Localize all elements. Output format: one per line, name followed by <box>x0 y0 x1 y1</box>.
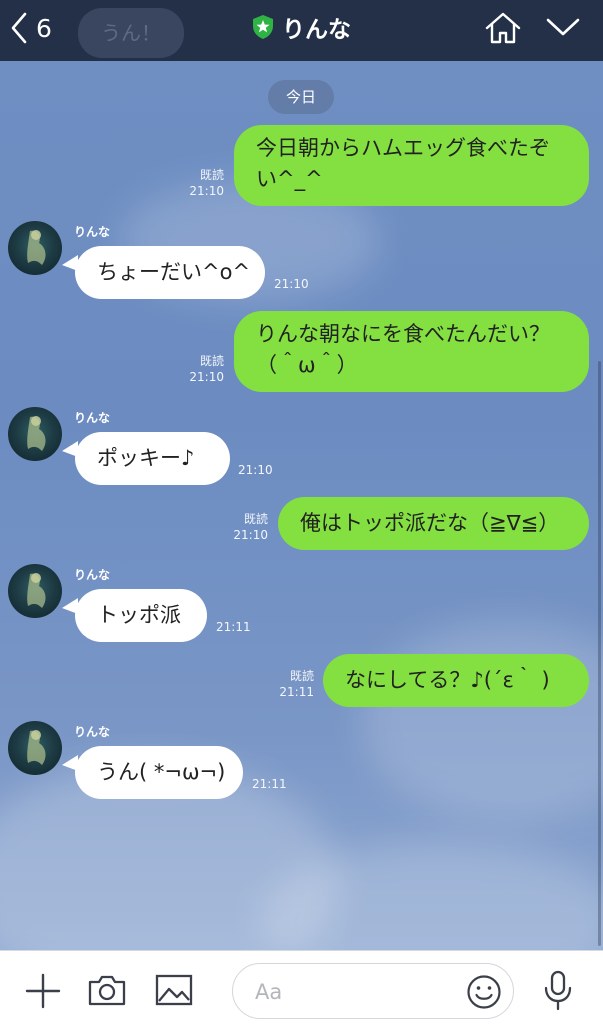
home-icon[interactable] <box>484 11 522 45</box>
message-text-line: （＾ω＾） <box>256 353 358 377</box>
message-text: ちょーだい^o^ <box>97 260 251 284</box>
message-text-line: なにしてる？♪(´ε｀ ) <box>345 668 550 692</box>
read-receipt: 既読 <box>289 669 314 683</box>
message-time: 21:11 <box>252 777 287 791</box>
avatar[interactable] <box>8 564 62 618</box>
read-receipt: 既読 <box>199 168 224 182</box>
message-time: 21:11 <box>279 685 314 699</box>
message-text: うん( *¬ω¬) <box>97 760 226 784</box>
chevron-down-icon[interactable] <box>545 16 581 38</box>
chat-title-text: りんな <box>282 17 351 43</box>
message-text-line: い^_^ <box>256 167 323 191</box>
outgoing-message-bubble[interactable]: 俺はトッポ派だな（≧∇≦） <box>278 497 589 550</box>
avatar[interactable] <box>8 407 62 461</box>
outgoing-message-bubble[interactable]: りんな朝なにを食べたんだい？ （＾ω＾） <box>234 311 589 392</box>
read-receipt: 既読 <box>243 512 268 526</box>
message-input[interactable] <box>232 963 514 1019</box>
chat-header: うん！ 6 りんな <box>0 0 603 61</box>
message-time: 21:10 <box>274 277 309 291</box>
microphone-icon[interactable] <box>541 969 575 1011</box>
outgoing-message-bubble[interactable]: 今日朝からハムエッグ食べたぞ い^_^ <box>234 125 589 206</box>
sender-name: りんな <box>74 225 111 239</box>
composer-bar <box>0 950 603 1025</box>
plus-icon[interactable] <box>24 972 62 1010</box>
message-meta: 既読 21:10 <box>214 511 268 543</box>
sender-name: りんな <box>74 725 111 739</box>
avatar[interactable] <box>8 221 62 275</box>
message-time: 21:10 <box>189 370 224 384</box>
message-time: 21:10 <box>238 463 273 477</box>
sender-name: りんな <box>74 411 111 425</box>
read-receipt: 既読 <box>199 354 224 368</box>
avatar[interactable] <box>8 721 62 775</box>
message-field[interactable] <box>253 974 457 1010</box>
message-text-line: 俺はトッポ派だな（≧∇≦） <box>300 511 560 535</box>
message-text-line: りんな朝なにを食べたんだい？ <box>256 322 550 346</box>
message-time: 21:10 <box>233 528 268 542</box>
scrollbar[interactable] <box>598 361 601 946</box>
message-time: 21:10 <box>189 184 224 198</box>
message-text: ポッキー♪ <box>97 446 195 470</box>
message-meta: 既読 21:10 <box>170 167 224 199</box>
outgoing-message-bubble[interactable]: なにしてる？♪(´ε｀ ) <box>323 654 589 707</box>
shield-star-icon <box>253 15 273 39</box>
camera-icon[interactable] <box>87 973 127 1007</box>
incoming-message-bubble[interactable]: ポッキー♪ <box>75 432 230 485</box>
message-text: トッポ派 <box>97 603 181 627</box>
message-text-line: 今日朝からハムエッグ食べたぞ <box>256 136 550 160</box>
incoming-message-bubble[interactable]: うん( *¬ω¬) <box>75 746 243 799</box>
date-separator: 今日 <box>268 80 334 114</box>
smiley-icon[interactable] <box>466 974 502 1010</box>
incoming-message-bubble[interactable]: トッポ派 <box>75 589 207 642</box>
message-time: 21:11 <box>216 620 251 634</box>
message-meta: 既読 21:11 <box>260 668 314 700</box>
message-list[interactable]: 今日 既読 21:10 今日朝からハムエッグ食べたぞ い^_^ りんな ちょーだ… <box>0 61 603 950</box>
message-meta: 既読 21:10 <box>170 353 224 385</box>
sender-name: りんな <box>74 568 111 582</box>
incoming-message-bubble[interactable]: ちょーだい^o^ <box>75 246 265 299</box>
image-icon[interactable] <box>155 973 193 1007</box>
